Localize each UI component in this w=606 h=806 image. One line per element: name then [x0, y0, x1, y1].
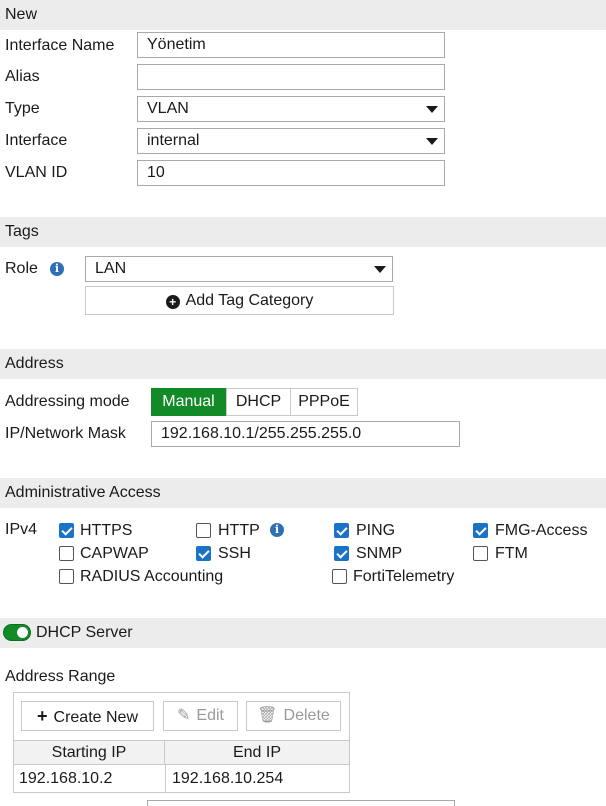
checkbox-capwap[interactable] [59, 546, 74, 561]
column-header-starting-ip[interactable]: Starting IP [14, 740, 165, 765]
partial-input-field[interactable] [147, 800, 455, 806]
alias-label: Alias [5, 68, 40, 85]
section-header-tags: Tags [0, 217, 606, 247]
dhcp-server-toggle[interactable] [3, 624, 31, 641]
plus-circle-icon: + [165, 295, 180, 309]
checkbox-label-fmg-access: FMG-Access [495, 522, 588, 539]
checkbox-label-snmp: SNMP [356, 545, 403, 562]
interface-label: Interface [5, 132, 68, 149]
checkbox-label-ssh: SSH [218, 545, 251, 562]
checkbox-ping[interactable] [334, 523, 349, 538]
plus-icon: + [37, 706, 48, 726]
checkbox-fmg-access[interactable] [473, 523, 488, 538]
checkbox-ssh[interactable] [196, 546, 211, 561]
checkbox-http[interactable] [196, 523, 211, 538]
checkbox-label-radius-accounting: RADIUS Accounting [80, 568, 224, 585]
interface-name-label: Interface Name [5, 37, 115, 54]
addressing-mode-manual[interactable]: Manual [151, 388, 226, 416]
role-label: Role [5, 260, 38, 277]
checkbox-label-ftm: FTM [495, 545, 528, 562]
type-select[interactable]: VLAN [137, 96, 445, 122]
type-select-value: VLAN [147, 100, 189, 117]
checkbox-https[interactable] [59, 523, 74, 538]
section-header-new: New [0, 0, 606, 30]
checkbox-label-fortitelemetry: FortiTelemetry [353, 568, 455, 585]
checkbox-label-http: HTTP [218, 522, 260, 539]
checkbox-ftm[interactable] [473, 546, 488, 561]
role-select-value: LAN [95, 260, 127, 277]
dhcp-server-header: DHCP Server [0, 618, 606, 648]
checkbox-label-ping: PING [356, 522, 396, 539]
section-header-address: Address [0, 349, 606, 379]
column-header-end-ip[interactable]: End IP [165, 740, 349, 765]
interface-select[interactable]: internal [137, 128, 445, 154]
ip-mask-input[interactable]: 192.168.10.1/255.255.255.0 [151, 421, 460, 447]
info-icon[interactable]: i [270, 523, 284, 537]
type-label: Type [5, 100, 40, 117]
add-tag-category-label: Add Tag Category [185, 292, 314, 309]
section-header-admin-access: Administrative Access [0, 478, 606, 508]
edit-label: Edit [196, 707, 224, 724]
addressing-mode-dhcp[interactable]: DHCP [226, 388, 291, 416]
checkbox-label-https: HTTPS [80, 522, 133, 539]
table-cell-starting-ip: 192.168.10.2 [19, 770, 113, 787]
delete-button[interactable]: 🗑 Delete [246, 701, 341, 731]
alias-input[interactable] [137, 64, 445, 90]
ipv4-label: IPv4 [5, 521, 38, 538]
address-range-label: Address Range [5, 668, 116, 685]
chevron-down-icon [374, 266, 386, 273]
create-new-label: Create New [53, 709, 138, 726]
interface-select-value: internal [147, 132, 200, 149]
info-icon[interactable]: i [50, 262, 64, 276]
column-divider [165, 765, 166, 792]
trash-icon: 🗑 [257, 707, 278, 724]
addressing-mode-label: Addressing mode [5, 393, 130, 410]
checkbox-radius-accounting[interactable] [59, 569, 74, 584]
addressing-mode-pppoe[interactable]: PPPoE [290, 388, 358, 416]
role-select[interactable]: LAN [85, 256, 393, 282]
add-tag-category-button[interactable]: + Add Tag Category [85, 286, 394, 315]
edit-button[interactable]: ✎ Edit [163, 701, 238, 731]
vlan-id-input[interactable]: 10 [137, 160, 445, 186]
table-cell-end-ip: 192.168.10.254 [172, 770, 284, 787]
checkbox-fortitelemetry[interactable] [332, 569, 347, 584]
pencil-icon: ✎ [177, 707, 191, 724]
interface-name-input[interactable]: Yönetim [137, 32, 445, 58]
chevron-down-icon [426, 138, 438, 145]
delete-label: Delete [283, 707, 330, 724]
chevron-down-icon [426, 106, 438, 113]
checkbox-label-capwap: CAPWAP [80, 545, 149, 562]
create-new-button[interactable]: + Create New [21, 701, 154, 731]
vlan-id-label: VLAN ID [5, 164, 68, 181]
ip-mask-label: IP/Network Mask [5, 425, 126, 442]
checkbox-snmp[interactable] [334, 546, 349, 561]
